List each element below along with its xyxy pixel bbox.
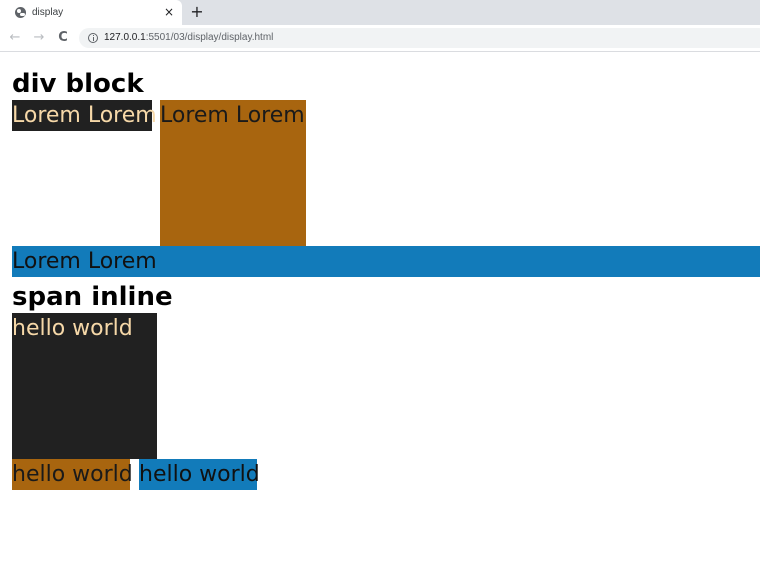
span-box-dark-text: hello world [12, 316, 133, 341]
reload-icon[interactable]: C [55, 29, 71, 47]
url-host: 127.0.0.1 [104, 32, 146, 43]
forward-icon[interactable]: → [31, 29, 47, 47]
span-box-blue: hello world [139, 459, 260, 490]
div-box-brown: Lorem Lorem [160, 100, 306, 246]
info-icon[interactable] [88, 33, 98, 43]
heading-div-block: div block [12, 69, 144, 99]
browser-toolbar: ← → C 127.0.0.1:5501/03/display/display.… [0, 25, 760, 52]
div-box-blue-text: Lorem Lorem [12, 249, 157, 274]
back-icon[interactable]: ← [7, 29, 23, 47]
tab-strip: display × + [0, 0, 760, 25]
div-box-blue: Lorem Lorem [12, 246, 760, 277]
span-box-blue-text: hello world [139, 462, 260, 487]
span-box-brown-text: hello world [12, 462, 133, 487]
address-bar[interactable]: 127.0.0.1:5501/03/display/display.html [79, 28, 760, 48]
browser-tab[interactable]: display × [0, 0, 182, 25]
tab-close-icon[interactable]: × [163, 5, 175, 19]
span-box-brown: hello world [12, 459, 133, 490]
globe-icon [15, 7, 26, 18]
page-content: div block Lorem Lorem Lorem Lorem Lorem … [0, 52, 760, 563]
tab-title: display [32, 7, 64, 18]
div-box-dark: Lorem Lorem [12, 100, 157, 131]
new-tab-icon[interactable]: + [189, 2, 205, 22]
url-text[interactable]: 127.0.0.1:5501/03/display/display.html [104, 31, 273, 45]
url-path: :5501/03/display/display.html [145, 32, 274, 43]
div-box-brown-text: Lorem Lorem [160, 103, 305, 128]
span-box-dark: hello world [12, 313, 157, 459]
heading-span-inline: span inline [12, 282, 173, 312]
div-box-dark-text: Lorem Lorem [12, 103, 157, 128]
